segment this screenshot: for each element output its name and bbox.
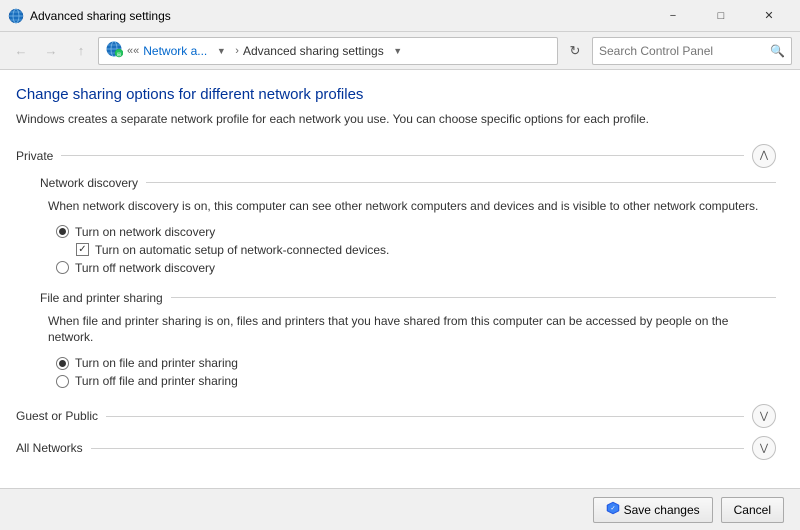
turn-on-discovery-radio[interactable] [56,225,69,238]
turn-off-sharing-radio[interactable] [56,375,69,388]
file-printer-title: File and printer sharing [40,291,163,305]
turn-on-discovery-option[interactable]: Turn on network discovery [56,225,776,239]
network-discovery-line [146,182,776,183]
file-printer-description: When file and printer sharing is on, fil… [48,313,776,347]
breadcrumb-sep1: «« [127,45,139,57]
turn-off-discovery-radio[interactable] [56,261,69,274]
save-changes-button[interactable]: ✓ Save changes [593,497,713,523]
network-discovery-title: Network discovery [40,176,138,190]
private-section-toggle[interactable]: ⋀ [752,144,776,168]
close-button[interactable]: ✕ [746,0,792,32]
search-icon: 🔍 [770,44,785,58]
title-bar-icon [8,8,24,24]
private-section-title: Private [16,149,53,163]
turn-off-sharing-label: Turn off file and printer sharing [75,374,238,388]
footer: ✓ Save changes Cancel [0,488,800,530]
save-changes-label: Save changes [624,503,700,517]
turn-on-sharing-option[interactable]: Turn on file and printer sharing [56,356,776,370]
minimize-button[interactable]: − [650,0,696,32]
forward-button[interactable]: → [38,38,64,64]
turn-off-sharing-option[interactable]: Turn off file and printer sharing [56,374,776,388]
breadcrumb-current: Advanced sharing settings [243,44,384,58]
main-content: Change sharing options for different net… [0,70,800,488]
turn-off-discovery-option[interactable]: Turn off network discovery [56,261,776,275]
file-printer-line [171,297,776,298]
guest-public-section-header: Guest or Public ⋁ [16,404,776,428]
breadcrumb-network-link[interactable]: Network a... [143,44,207,58]
cancel-button[interactable]: Cancel [721,497,784,523]
file-printer-options: Turn on file and printer sharing Turn of… [56,356,776,388]
file-printer-header: File and printer sharing [40,291,776,305]
turn-on-sharing-radio[interactable] [56,357,69,370]
nav-bar: ← → ↑ ⊞ «« Network a... ▼ › Advanced sha… [0,32,800,70]
search-input[interactable] [599,44,770,58]
all-networks-section-toggle[interactable]: ⋁ [752,436,776,460]
auto-setup-option[interactable]: Turn on automatic setup of network-conne… [76,243,776,257]
title-bar-title: Advanced sharing settings [30,9,650,23]
guest-public-section-line [106,416,744,417]
refresh-button[interactable]: ↻ [562,38,588,64]
shield-save-icon: ✓ [606,501,620,518]
breadcrumb-sep2: › [235,45,239,57]
turn-off-discovery-label: Turn off network discovery [75,261,215,275]
breadcrumb: ⊞ «« Network a... ▼ › Advanced sharing s… [98,37,558,65]
maximize-button[interactable]: □ [698,0,744,32]
breadcrumb-globe-icon: ⊞ [105,40,123,61]
private-section-line [61,155,744,156]
auto-setup-label: Turn on automatic setup of network-conne… [95,243,389,257]
guest-public-section-title: Guest or Public [16,409,98,423]
search-box: 🔍 [592,37,792,65]
svg-text:⊞: ⊞ [117,52,121,58]
window-controls: − □ ✕ [650,0,792,32]
page-title: Change sharing options for different net… [16,86,776,103]
file-printer-subsection: File and printer sharing When file and p… [40,291,776,389]
title-bar: Advanced sharing settings − □ ✕ [0,0,800,32]
turn-on-discovery-label: Turn on network discovery [75,225,215,239]
network-discovery-options: Turn on network discovery Turn on automa… [56,225,776,275]
page-description: Windows creates a separate network profi… [16,111,776,128]
breadcrumb-dropdown-button[interactable]: ▼ [211,38,231,64]
network-discovery-header: Network discovery [40,176,776,190]
back-button[interactable]: ← [8,38,34,64]
network-discovery-description: When network discovery is on, this compu… [48,198,776,215]
breadcrumb-current-dropdown[interactable]: ▼ [388,38,408,64]
network-discovery-subsection: Network discovery When network discovery… [40,176,776,275]
turn-on-sharing-label: Turn on file and printer sharing [75,356,238,370]
svg-text:✓: ✓ [610,506,615,512]
auto-setup-checkbox[interactable] [76,243,89,256]
all-networks-section-header: All Networks ⋁ [16,436,776,460]
private-section-header: Private ⋀ [16,144,776,168]
up-button[interactable]: ↑ [68,38,94,64]
all-networks-section-line [91,448,744,449]
all-networks-section-title: All Networks [16,441,83,455]
guest-public-section-toggle[interactable]: ⋁ [752,404,776,428]
